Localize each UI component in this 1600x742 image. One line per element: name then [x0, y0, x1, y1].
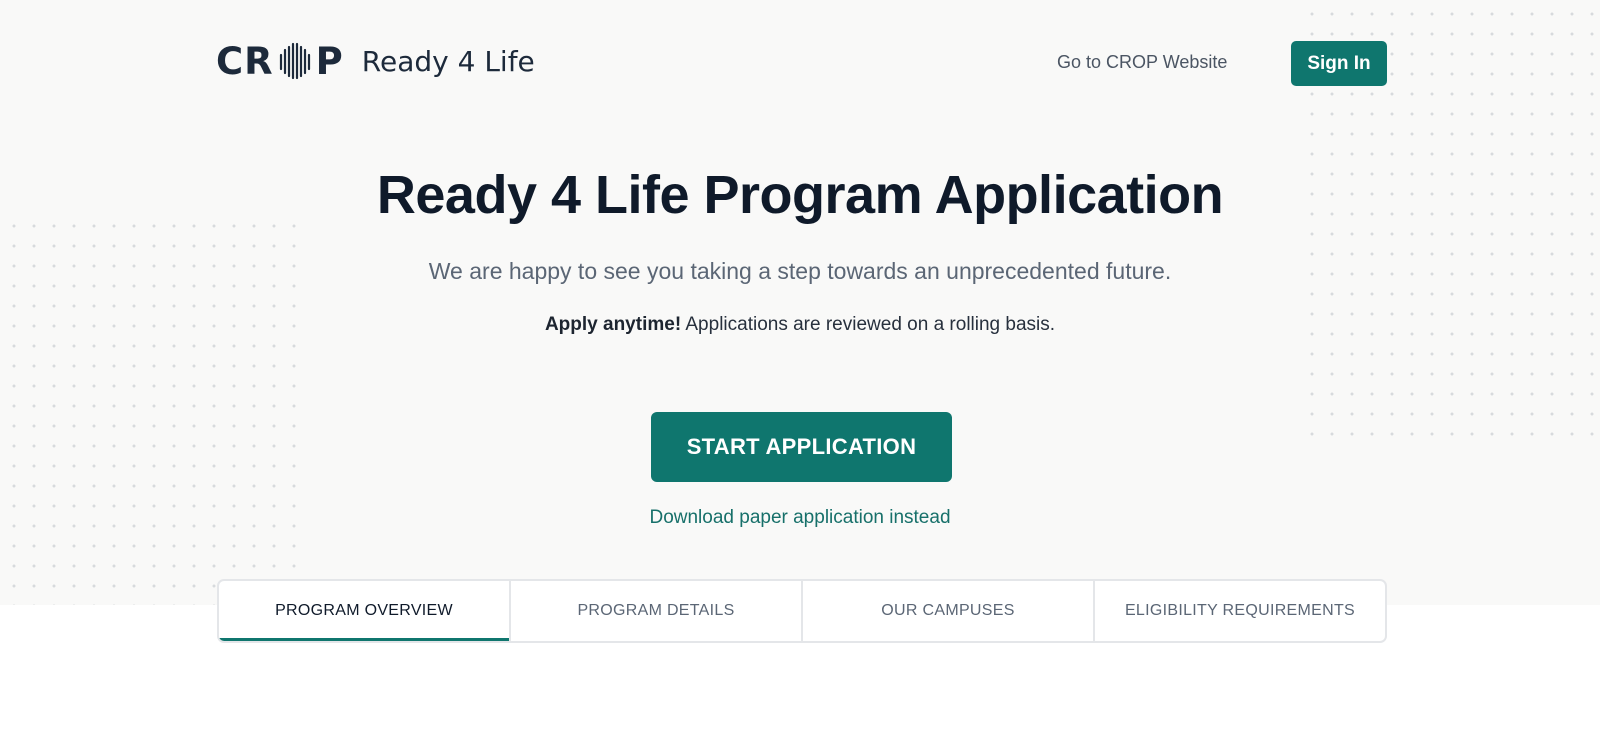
tab-program-overview[interactable]: PROGRAM OVERVIEW — [219, 581, 511, 641]
tab-eligibility-requirements[interactable]: ELIGIBILITY REQUIREMENTS — [1095, 581, 1385, 641]
page-title: Ready 4 Life Program Application — [376, 165, 1224, 225]
crop-logo[interactable]: CR P Ready 4 Life — [216, 38, 535, 84]
note-text: Applications are reviewed on a rolling b… — [681, 314, 1056, 335]
tab-program-details[interactable]: PROGRAM DETAILS — [511, 581, 803, 641]
page-subtitle: We are happy to see you taking a step to… — [428, 258, 1172, 284]
sign-in-button[interactable]: Sign In — [1291, 41, 1387, 86]
logo-app-name: Ready 4 Life — [361, 44, 535, 78]
crop-website-link[interactable]: Go to CROP Website — [1057, 52, 1227, 73]
start-application-button[interactable]: START APPLICATION — [651, 412, 952, 482]
tab-our-campuses[interactable]: OUR CAMPUSES — [803, 581, 1095, 641]
rolling-basis-note: Apply anytime! Applications are reviewed… — [0, 314, 1600, 336]
logo-o-icon — [275, 41, 315, 81]
hero-section: CR P Ready 4 Life Go to CROP Website Sig… — [0, 0, 1600, 605]
program-tabs: PROGRAM OVERVIEW PROGRAM DETAILS OUR CAM… — [217, 579, 1387, 643]
download-paper-application-link[interactable]: Download paper application instead — [0, 507, 1600, 529]
note-bold: Apply anytime! — [544, 314, 682, 335]
logo-brand: CR P — [216, 39, 344, 83]
